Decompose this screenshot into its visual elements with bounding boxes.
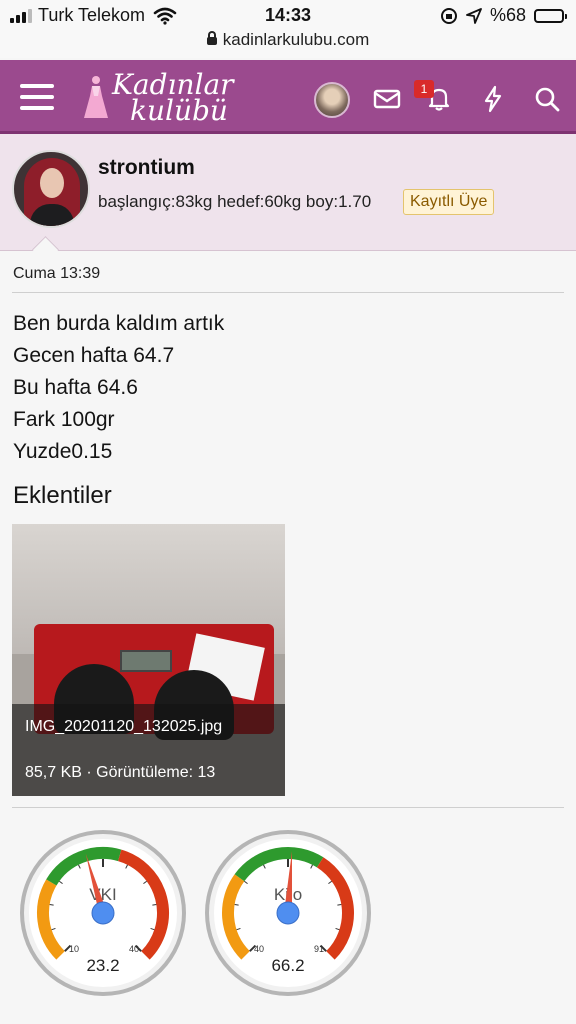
notification-badge: 1 bbox=[414, 80, 434, 98]
gauge-value: 66.2 bbox=[271, 956, 304, 975]
attachments-title: Eklentiler bbox=[13, 482, 112, 509]
lightning-icon[interactable] bbox=[478, 84, 508, 114]
url-bar[interactable]: kadinlarkulubu.com bbox=[0, 30, 576, 58]
author-avatar[interactable] bbox=[12, 150, 90, 228]
gauge-value: 23.2 bbox=[86, 956, 119, 975]
location-icon bbox=[466, 7, 482, 24]
gauge-min-label: 40 bbox=[254, 944, 264, 954]
gauge-max-label: 91 bbox=[314, 944, 324, 954]
attachment-filename: IMG_20201120_132025.jpg bbox=[25, 718, 223, 735]
search-icon[interactable] bbox=[532, 84, 562, 114]
author-stats: başlangıç:83kg hedef:60kg boy:1.70 bbox=[98, 192, 372, 211]
gauge-hub bbox=[276, 901, 300, 925]
post-body: Ben burda kaldım artık Gecen hafta 64.7 … bbox=[13, 308, 224, 468]
weight-gauge: Kilo 40 91 66.2 bbox=[205, 830, 371, 996]
menu-icon[interactable] bbox=[20, 84, 54, 110]
url-text: kadinlarkulubu.com bbox=[222, 30, 370, 49]
gauge-max-label: 40 bbox=[129, 944, 139, 954]
divider bbox=[12, 807, 564, 808]
divider bbox=[12, 292, 564, 293]
post-line: Gecen hafta 64.7 bbox=[13, 344, 175, 367]
post-line: Bu hafta 64.6 bbox=[13, 376, 138, 399]
post-line: Ben burda kaldım artık bbox=[13, 312, 225, 335]
orientation-lock-icon bbox=[440, 7, 457, 24]
post-author-header: strontium başlangıç:83kg hedef:60kg boy:… bbox=[0, 134, 576, 251]
logo-text-line2: kulübü bbox=[130, 94, 228, 127]
gauge-min-label: 10 bbox=[69, 944, 79, 954]
account-avatar[interactable] bbox=[314, 82, 350, 118]
gauge-tick bbox=[337, 904, 342, 906]
user-role-badge: Kayıtlı Üye bbox=[403, 189, 495, 215]
gauge-tick bbox=[49, 904, 54, 906]
post-line: Yuzde0.15 bbox=[13, 440, 113, 463]
lock-icon bbox=[206, 31, 217, 45]
post-line: Fark 100gr bbox=[13, 408, 115, 431]
battery-percent: %68 bbox=[489, 5, 526, 25]
gauge-tick bbox=[152, 904, 157, 906]
battery-icon bbox=[534, 8, 567, 23]
status-bar: Turk Telekom 14:33 %68 bbox=[0, 0, 576, 30]
gauge-hub bbox=[91, 901, 115, 925]
bmi-gauge: VKI 10 40 23.2 bbox=[20, 830, 186, 996]
attachment-thumbnail[interactable]: IMG_20201120_132025.jpg 85,7 KB · Görünt… bbox=[12, 524, 285, 796]
author-username[interactable]: strontium bbox=[98, 156, 195, 180]
site-header: Kadınlar kulübü 1 bbox=[0, 60, 576, 134]
attachment-meta: 85,7 KB · Görüntüleme: 13 bbox=[25, 764, 216, 781]
gauge-tick bbox=[234, 904, 239, 906]
site-logo[interactable]: Kadınlar kulübü bbox=[80, 68, 240, 127]
dress-logo-icon bbox=[84, 76, 108, 118]
post-date[interactable]: Cuma 13:39 bbox=[13, 265, 100, 283]
mail-icon[interactable] bbox=[372, 84, 402, 114]
